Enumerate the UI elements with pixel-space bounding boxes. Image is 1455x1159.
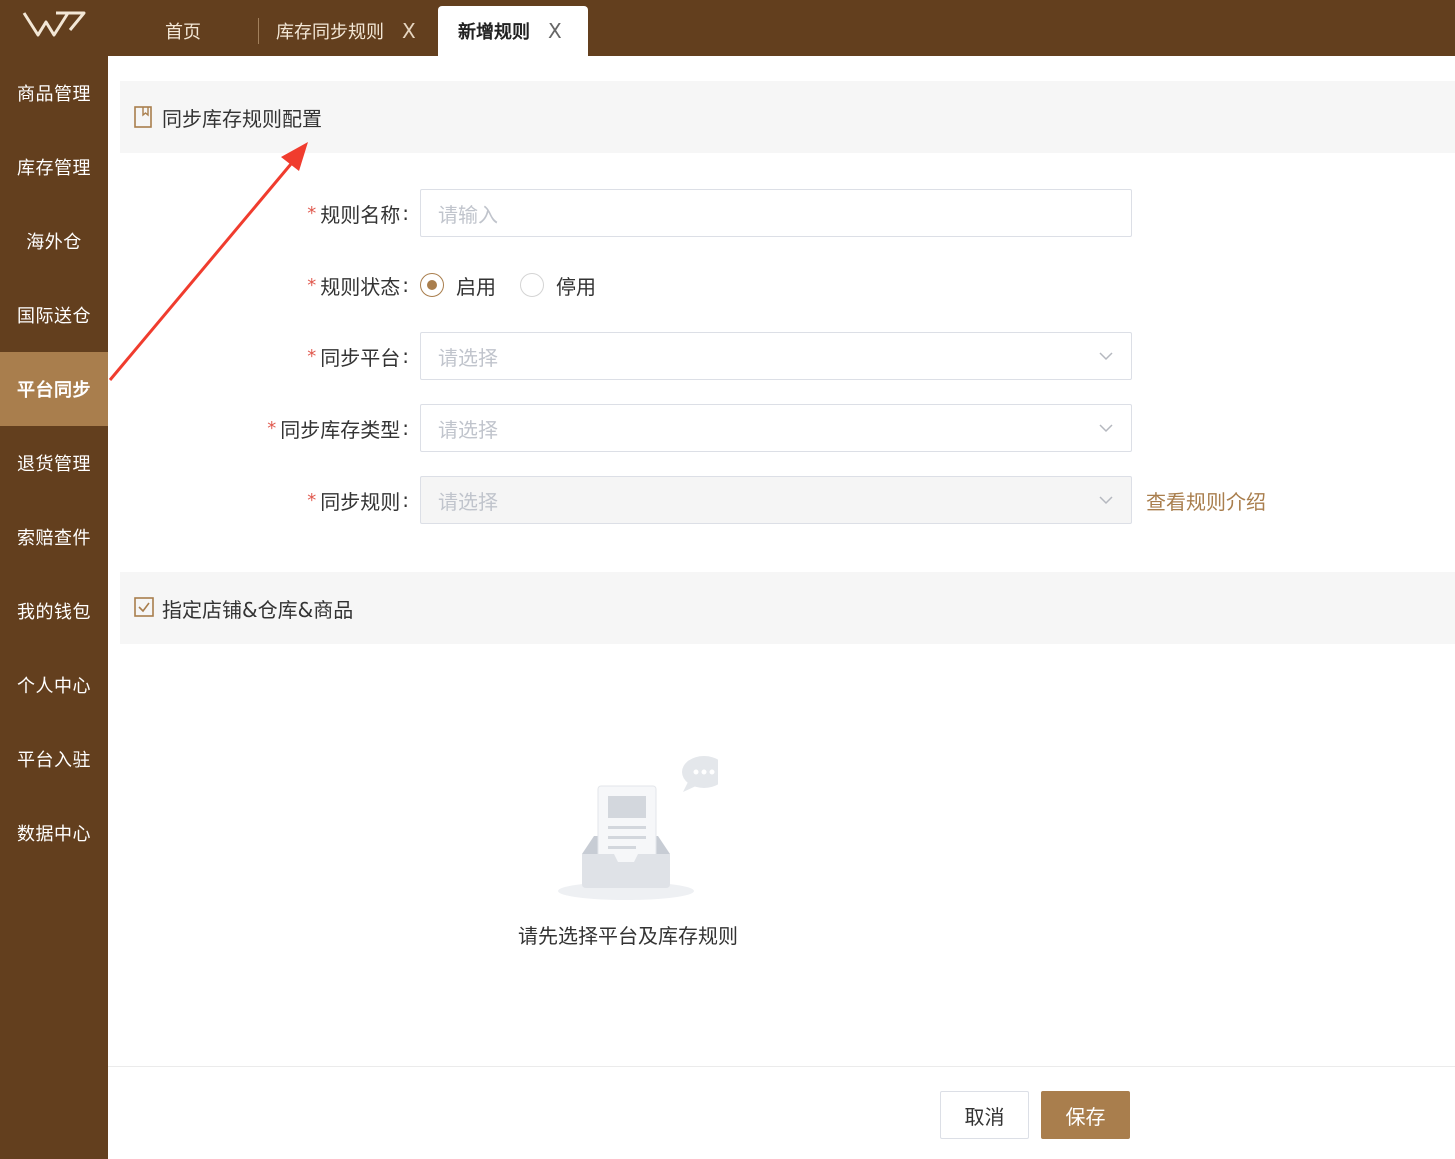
rule-name-placeholder: 请输入: [438, 202, 498, 227]
radio-unchecked-icon: [520, 273, 544, 297]
tab-home[interactable]: 首页: [165, 6, 201, 56]
required-mark: *: [307, 274, 317, 296]
main-content: 同步库存规则配置 * 规则名称: 请输入 * 规则状态: 启用 停用 * 同步平…: [108, 56, 1455, 1159]
sidebar-item-label: 数据中心: [17, 824, 91, 845]
logo-icon: [22, 11, 86, 37]
section-title: 指定店铺&仓库&商品: [162, 597, 354, 622]
form-row-sync-platform: * 同步平台: 请选择: [108, 332, 1455, 380]
sidebar-item-returns[interactable]: 退货管理: [0, 426, 108, 500]
tab-new-rule[interactable]: 新增规则 X: [438, 6, 588, 56]
bookmark-icon: [134, 106, 154, 128]
rule-name-input[interactable]: 请输入: [420, 189, 1132, 237]
empty-inbox-icon: [558, 756, 726, 900]
stock-type-label: * 同步库存类型:: [267, 404, 409, 452]
form-row-rule-status: * 规则状态: 启用 停用: [108, 261, 1455, 309]
sidebar-item-label: 退货管理: [17, 454, 91, 475]
label-colon: :: [402, 416, 409, 440]
sidebar-item-wallet[interactable]: 我的钱包: [0, 574, 108, 648]
label-colon: :: [402, 201, 409, 225]
sync-platform-select[interactable]: 请选择: [420, 332, 1132, 380]
view-rule-intro-link[interactable]: 查看规则介绍: [1146, 476, 1266, 524]
sidebar-item-international-delivery[interactable]: 国际送仓: [0, 278, 108, 352]
sidebar-item-platform-onboarding[interactable]: 平台入驻: [0, 722, 108, 796]
footer-divider: [108, 1066, 1455, 1067]
radio-checked-icon: [420, 273, 444, 297]
sidebar-item-overseas-warehouse[interactable]: 海外仓: [0, 204, 108, 278]
status-enabled-radio[interactable]: 启用: [420, 271, 496, 300]
sync-rule-placeholder: 请选择: [438, 489, 498, 514]
chevron-down-icon: [1099, 352, 1113, 361]
sync-rule-label-text: 同步规则: [320, 489, 401, 514]
sync-platform-placeholder: 请选择: [438, 345, 498, 370]
sidebar-item-label: 个人中心: [17, 676, 91, 697]
label-colon: :: [402, 488, 409, 512]
sidebar-item-inventory-management[interactable]: 库存管理: [0, 130, 108, 204]
form-row-sync-rule: * 同步规则: 请选择 查看规则介绍: [108, 476, 1455, 524]
rule-name-label-text: 规则名称: [320, 202, 401, 227]
section-header-sync-config: 同步库存规则配置: [120, 81, 1455, 153]
sidebar-item-label: 平台入驻: [17, 750, 91, 771]
sidebar-item-label: 海外仓: [26, 232, 82, 253]
tab-stock-sync-rules[interactable]: 库存同步规则 X: [258, 18, 416, 44]
required-mark: *: [267, 417, 277, 439]
sync-platform-label-text: 同步平台: [320, 345, 401, 370]
stock-type-select[interactable]: 请选择: [420, 404, 1132, 452]
rule-status-label-text: 规则状态: [320, 274, 401, 299]
cancel-button[interactable]: 取消: [940, 1091, 1029, 1139]
save-button[interactable]: 保存: [1041, 1091, 1130, 1139]
chevron-down-icon: [1099, 496, 1113, 505]
sidebar-item-platform-sync[interactable]: 平台同步: [0, 352, 108, 426]
sidebar-item-label: 平台同步: [17, 380, 91, 401]
stock-type-label-text: 同步库存类型: [280, 417, 401, 442]
empty-state-text: 请先选择平台及库存规则: [518, 924, 738, 948]
close-icon[interactable]: X: [548, 19, 562, 43]
status-disabled-label: 停用: [556, 274, 596, 299]
form-row-rule-name: * 规则名称: 请输入: [108, 189, 1455, 237]
sidebar-item-label: 我的钱包: [17, 602, 91, 623]
status-disabled-radio[interactable]: 停用: [520, 271, 596, 300]
rule-name-label: * 规则名称:: [307, 189, 409, 237]
tab-stock-sync-rules-label: 库存同步规则: [276, 22, 384, 43]
sidebar-item-label: 商品管理: [17, 84, 91, 105]
sidebar: 商品管理 库存管理 海外仓 国际送仓 平台同步 退货管理 索赔查件 我的钱包 个…: [0, 56, 108, 1159]
checkbox-icon: [134, 597, 154, 619]
rule-status-label: * 规则状态:: [307, 261, 409, 309]
sidebar-item-label: 国际送仓: [17, 306, 91, 327]
sidebar-item-product-management[interactable]: 商品管理: [0, 56, 108, 130]
rule-status-radio-group: 启用 停用: [420, 261, 620, 309]
section-header-store-warehouse-product: 指定店铺&仓库&商品: [120, 572, 1455, 644]
top-bar: 首页 库存同步规则 X 新增规则 X: [0, 0, 1455, 56]
sync-platform-label: * 同步平台:: [307, 332, 409, 380]
tab-home-label: 首页: [165, 22, 201, 43]
status-enabled-label: 启用: [456, 274, 496, 299]
sidebar-item-label: 索赔查件: [17, 528, 91, 549]
sync-rule-label: * 同步规则:: [307, 476, 409, 524]
stock-type-placeholder: 请选择: [438, 417, 498, 442]
label-colon: :: [402, 344, 409, 368]
tab-new-rule-label: 新增规则: [458, 22, 530, 43]
sidebar-item-data-center[interactable]: 数据中心: [0, 796, 108, 870]
form-row-stock-type: * 同步库存类型: 请选择: [108, 404, 1455, 452]
label-colon: :: [402, 273, 409, 297]
section-title: 同步库存规则配置: [162, 106, 322, 131]
required-mark: *: [307, 202, 317, 224]
required-mark: *: [307, 345, 317, 367]
sidebar-item-personal-center[interactable]: 个人中心: [0, 648, 108, 722]
logo[interactable]: [0, 0, 108, 56]
empty-state: [488, 746, 768, 910]
close-icon[interactable]: X: [402, 19, 416, 43]
sidebar-item-label: 库存管理: [17, 158, 91, 179]
sidebar-item-claims[interactable]: 索赔查件: [0, 500, 108, 574]
required-mark: *: [307, 489, 317, 511]
sync-rule-select[interactable]: 请选择: [420, 476, 1132, 524]
chevron-down-icon: [1099, 424, 1113, 433]
